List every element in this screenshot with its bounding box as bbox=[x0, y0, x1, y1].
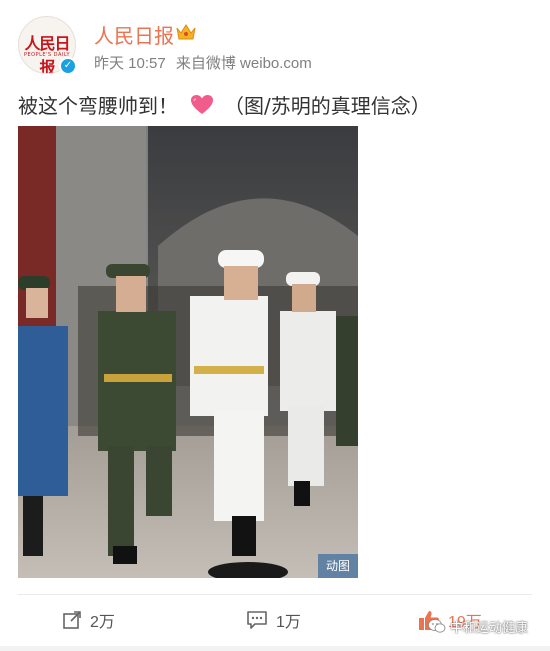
comment-icon bbox=[247, 611, 267, 629]
wechat-icon bbox=[428, 619, 446, 633]
repost-button[interactable]: 2万 bbox=[62, 607, 115, 633]
heart-emoji-icon bbox=[191, 95, 213, 114]
repost-icon bbox=[63, 611, 81, 629]
post-time[interactable]: 昨天 10:57 bbox=[94, 55, 166, 72]
verified-badge-icon: ✓ bbox=[59, 57, 77, 75]
honor-guard-photo bbox=[18, 126, 358, 578]
post-body: 被这个弯腰帅到！ bbox=[18, 94, 178, 118]
bottom-divider bbox=[0, 646, 550, 651]
post-source[interactable]: 来自微博 weibo.com bbox=[176, 55, 312, 72]
post-caption: （图/苏明的真理信念） bbox=[224, 94, 431, 118]
post-header: 人民日报 PEOPLE'S DAILY ✓ 人民日报 昨天 10:57 来自微博… bbox=[18, 16, 538, 76]
comment-button[interactable]: 1万 bbox=[246, 607, 301, 633]
crown-vip-icon bbox=[176, 24, 196, 40]
repost-count: 2万 bbox=[90, 614, 115, 631]
wechat-watermark: 中和运动健康 bbox=[428, 614, 528, 638]
post-meta: 昨天 10:57 来自微博 weibo.com bbox=[94, 52, 318, 73]
username[interactable]: 人民日报 bbox=[94, 20, 174, 49]
post-text: 被这个弯腰帅到！ （图/苏明的真理信念） bbox=[18, 90, 431, 119]
gif-badge: 动图 bbox=[318, 554, 358, 578]
comment-count: 1万 bbox=[276, 614, 301, 631]
post-image[interactable]: 动图 bbox=[18, 126, 358, 578]
watermark-text: 中和运动健康 bbox=[450, 620, 529, 636]
